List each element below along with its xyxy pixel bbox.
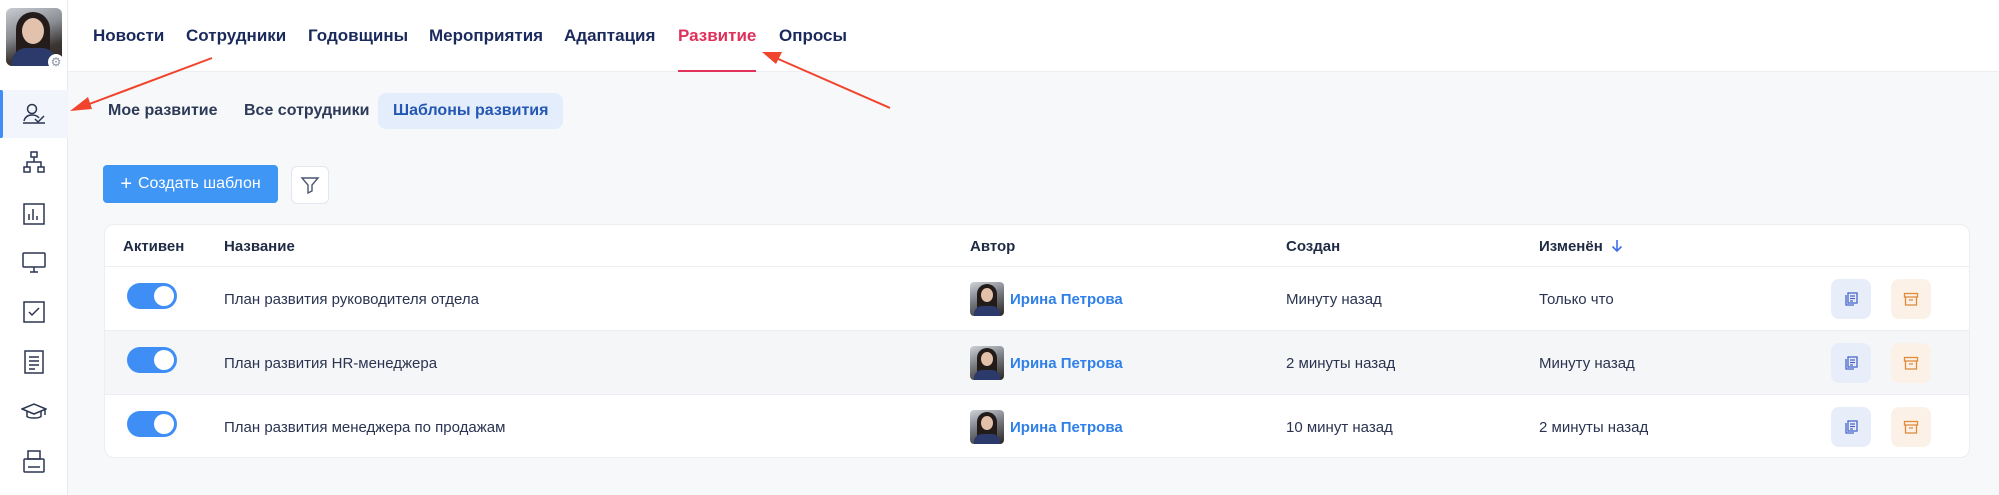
author-link[interactable]: Ирина Петрова — [1010, 291, 1123, 308]
filter-button[interactable] — [291, 166, 329, 204]
tab-employees[interactable]: Сотрудники — [186, 0, 286, 72]
sidebar-item-print[interactable] — [0, 438, 68, 486]
education-cap-icon — [21, 403, 47, 419]
top-navigation: Новости Сотрудники Годовщины Мероприятия… — [68, 0, 1999, 72]
tab-anniversaries[interactable]: Годовщины — [308, 0, 408, 72]
create-template-label: Создать шаблон — [138, 175, 261, 192]
document-icon — [24, 350, 44, 374]
sidebar-item-education[interactable] — [0, 388, 68, 436]
created-value: 10 минут назад — [1286, 418, 1393, 436]
modified-value: Минуту назад — [1539, 354, 1635, 372]
copy-button[interactable] — [1831, 343, 1871, 383]
archive-icon — [1903, 292, 1919, 306]
filter-icon — [300, 177, 320, 195]
tab-development[interactable]: Развитие — [678, 0, 757, 72]
table-header: Активен Название Автор Создан Изменён — [105, 225, 1969, 267]
archive-button[interactable] — [1891, 343, 1931, 383]
active-toggle[interactable] — [127, 347, 177, 373]
modified-value: Только что — [1539, 290, 1614, 308]
tab-news[interactable]: Новости — [93, 0, 164, 72]
create-template-button[interactable]: + Создать шаблон — [103, 165, 278, 203]
archive-icon — [1903, 356, 1919, 370]
sidebar-item-analytics[interactable] — [0, 190, 68, 238]
created-value: 2 минуты назад — [1286, 354, 1396, 372]
author-link[interactable]: Ирина Петрова — [1010, 419, 1123, 436]
author-link[interactable]: Ирина Петрова — [1010, 355, 1123, 372]
archive-icon — [1903, 420, 1919, 434]
table-row: План развития менеджера по продажам Ирин… — [105, 395, 1969, 457]
org-structure-icon — [23, 151, 45, 173]
sort-down-arrow-icon[interactable] — [1611, 239, 1623, 253]
monitor-icon — [22, 252, 46, 273]
table-row: План развития руководителя отдела Ирина … — [105, 267, 1969, 331]
copy-button[interactable] — [1831, 407, 1871, 447]
column-name[interactable]: Название — [224, 225, 295, 267]
template-name[interactable]: План развития менеджера по продажам — [224, 395, 505, 457]
tasks-checkbox-icon — [23, 301, 45, 323]
modified-value: 2 минуты назад — [1539, 418, 1649, 436]
sidebar-item-development[interactable] — [0, 90, 68, 138]
column-modified-label: Изменён — [1539, 237, 1603, 255]
printer-icon — [23, 450, 45, 473]
development-icon — [23, 103, 45, 124]
copy-icon — [1845, 420, 1858, 434]
copy-button[interactable] — [1831, 279, 1871, 319]
templates-table: Активен Название Автор Создан Изменён Пл… — [104, 224, 1970, 458]
sidebar-item-monitor[interactable] — [0, 238, 68, 286]
copy-icon — [1845, 292, 1858, 306]
subtab-my-development[interactable]: Мое развитие — [93, 93, 233, 129]
column-created[interactable]: Создан — [1286, 225, 1340, 267]
tab-adaptation[interactable]: Адаптация — [564, 0, 655, 72]
active-toggle[interactable] — [127, 411, 177, 437]
author-avatar — [970, 346, 1004, 380]
sidebar-item-documents[interactable] — [0, 338, 68, 386]
column-modified[interactable]: Изменён — [1539, 225, 1623, 267]
sidebar-item-tasks[interactable] — [0, 288, 68, 336]
left-sidebar: ⚙ — [0, 0, 68, 495]
subtab-development-templates[interactable]: Шаблоны развития — [378, 93, 564, 129]
author-cell: Ирина Петрова — [970, 331, 1123, 395]
subtab-all-employees[interactable]: Все сотрудники — [229, 93, 384, 129]
gear-icon[interactable]: ⚙ — [48, 54, 64, 70]
column-active[interactable]: Активен — [123, 225, 184, 267]
created-value: Минуту назад — [1286, 290, 1382, 308]
author-cell: Ирина Петрова — [970, 267, 1123, 331]
template-name[interactable]: План развития HR-менеджера — [224, 331, 437, 395]
author-cell: Ирина Петрова — [970, 395, 1123, 457]
tab-surveys[interactable]: Опросы — [779, 0, 847, 72]
tab-events[interactable]: Мероприятия — [429, 0, 543, 72]
table-row: План развития HR-менеджера Ирина Петрова… — [105, 331, 1969, 395]
author-avatar — [970, 282, 1004, 316]
archive-button[interactable] — [1891, 279, 1931, 319]
archive-button[interactable] — [1891, 407, 1931, 447]
template-name[interactable]: План развития руководителя отдела — [224, 267, 479, 331]
active-toggle[interactable] — [127, 283, 177, 309]
column-author[interactable]: Автор — [970, 225, 1015, 267]
author-avatar — [970, 410, 1004, 444]
copy-icon — [1845, 356, 1858, 370]
analytics-icon — [23, 203, 45, 225]
plus-icon: + — [120, 173, 132, 195]
sidebar-item-structure[interactable] — [0, 138, 68, 186]
